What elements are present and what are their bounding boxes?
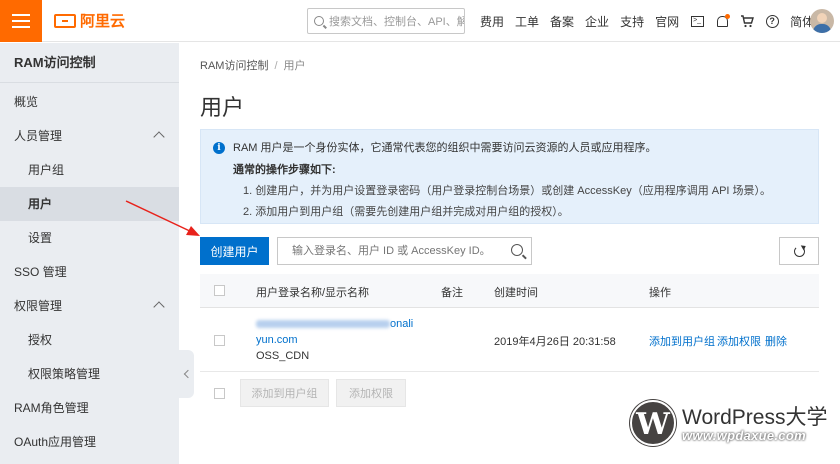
sidebar-item-label: OAuth应用管理 bbox=[14, 435, 97, 449]
user-created-time: 2019年4月26日 20:31:58 bbox=[494, 336, 616, 348]
column-header-name: 用户登录名称/显示名称 bbox=[256, 287, 370, 299]
sidebar-item-label: 权限管理 bbox=[14, 299, 63, 313]
wordpress-logo-icon: W bbox=[630, 400, 676, 446]
footer-select-checkbox[interactable] bbox=[214, 388, 225, 399]
chevron-up-icon bbox=[153, 301, 165, 313]
breadcrumb-root[interactable]: RAM访问控制 bbox=[200, 60, 268, 72]
select-all-checkbox[interactable] bbox=[214, 285, 225, 296]
add-to-group-link[interactable]: 添加到用户组 bbox=[649, 333, 715, 349]
page-title: 用户 bbox=[200, 95, 245, 120]
row-checkbox[interactable] bbox=[214, 335, 225, 346]
create-user-button[interactable]: 创建用户 bbox=[200, 237, 269, 265]
sidebar-item-label: 用户 bbox=[28, 197, 53, 211]
batch-add-permission-button[interactable]: 添加权限 bbox=[336, 379, 406, 407]
delete-link[interactable]: 删除 bbox=[765, 333, 787, 349]
column-header-note: 备注 bbox=[441, 287, 463, 299]
user-display-name: OSS_CDN bbox=[256, 350, 310, 362]
sidebar-item-oauth-apps[interactable]: OAuth应用管理 bbox=[0, 425, 179, 459]
sidebar-item-identities[interactable]: 人员管理 bbox=[0, 119, 179, 153]
info-step: 1. 创建用户，并为用户设置登录密码（用户登录控制台场景）或创建 AccessK… bbox=[243, 185, 772, 197]
nav-tickets[interactable]: 工单 bbox=[515, 13, 539, 30]
sidebar-item-label: 概览 bbox=[14, 95, 39, 109]
terminal-icon[interactable]: >_ bbox=[690, 14, 704, 28]
search-icon[interactable] bbox=[511, 244, 523, 256]
sidebar-item-label: RAM角色管理 bbox=[14, 401, 89, 415]
sidebar-title: RAM访问控制 bbox=[0, 43, 179, 83]
top-bar: 阿里云 搜索文档、控制台、API、解决方案和资源 费用 工单 备案 企业 支持 … bbox=[0, 0, 840, 42]
nav-icp[interactable]: 备案 bbox=[550, 13, 574, 30]
info-intro: RAM 用户是一个身份实体，它通常代表您的组织中需要访问云资源的人员或应用程序。 bbox=[233, 142, 657, 154]
watermark-title: WordPress大学 bbox=[682, 406, 828, 429]
batch-add-to-group-button[interactable]: 添加到用户组 bbox=[240, 379, 329, 407]
global-search-placeholder: 搜索文档、控制台、API、解决方案和资源 bbox=[329, 16, 464, 28]
chevron-up-icon bbox=[153, 131, 165, 143]
sidebar-item-label: SSO 管理 bbox=[14, 265, 67, 279]
sidebar-item-permissions[interactable]: 权限管理 bbox=[0, 289, 179, 323]
redacted-text bbox=[256, 320, 390, 329]
sidebar-item-label: 用户组 bbox=[28, 163, 65, 177]
aliyun-logo-icon bbox=[54, 13, 76, 28]
info-icon: i bbox=[213, 142, 225, 154]
brand-name: 阿里云 bbox=[80, 13, 126, 30]
breadcrumb: RAM访问控制 / 用户 bbox=[200, 57, 306, 73]
user-name-cell: onali yun.com OSS_CDN bbox=[256, 316, 413, 364]
nav-official-site[interactable]: 官网 bbox=[655, 13, 679, 30]
nav-enterprise[interactable]: 企业 bbox=[585, 13, 609, 30]
top-nav: 费用 工单 备案 企业 支持 官网 >_ ? 简体 bbox=[480, 0, 814, 42]
sidebar-item-ram-roles[interactable]: RAM角色管理 bbox=[0, 391, 179, 425]
help-icon[interactable]: ? bbox=[765, 14, 779, 28]
info-step: 2. 添加用户到用户组（需要先创建用户组并完成对用户组的授权）。 bbox=[243, 206, 569, 218]
sidebar-item-grants[interactable]: 授权 bbox=[0, 323, 179, 357]
nav-support[interactable]: 支持 bbox=[620, 13, 644, 30]
nav-billing[interactable]: 费用 bbox=[480, 13, 504, 30]
refresh-icon bbox=[793, 245, 805, 257]
sidebar-collapse-toggle[interactable] bbox=[179, 350, 194, 398]
breadcrumb-separator: / bbox=[274, 60, 278, 72]
user-login-suffix: onali bbox=[390, 318, 414, 330]
global-search[interactable]: 搜索文档、控制台、API、解决方案和资源 bbox=[307, 8, 465, 34]
cart-icon[interactable] bbox=[740, 14, 755, 28]
user-login-link[interactable]: onali bbox=[256, 316, 413, 332]
add-permission-link[interactable]: 添加权限 bbox=[717, 333, 761, 349]
watermark: W WordPress大学 www.wpdaxue.com bbox=[630, 398, 835, 460]
search-icon bbox=[314, 16, 324, 26]
column-header-actions: 操作 bbox=[649, 287, 671, 299]
user-search-input[interactable] bbox=[277, 237, 532, 265]
table-row: onali yun.com OSS_CDN 2019年4月26日 20:31:5… bbox=[200, 308, 819, 372]
info-steps-title: 通常的操作步骤如下: bbox=[233, 164, 336, 176]
column-header-created[interactable]: 创建时间 bbox=[494, 284, 538, 300]
breadcrumb-current: 用户 bbox=[283, 60, 306, 72]
sidebar-item-groups[interactable]: 用户组 bbox=[0, 153, 179, 187]
aliyun-logo[interactable]: 阿里云 bbox=[54, 10, 125, 31]
sidebar-item-sso[interactable]: SSO 管理 bbox=[0, 255, 179, 289]
watermark-url: www.wpdaxue.com bbox=[682, 428, 806, 443]
refresh-button[interactable] bbox=[779, 237, 819, 265]
sidebar-item-policies[interactable]: 权限策略管理 bbox=[0, 357, 179, 391]
menu-icon[interactable] bbox=[0, 0, 42, 42]
annotation-arrow bbox=[125, 200, 200, 236]
table-header: 用户登录名称/显示名称 备注 创建时间 操作 bbox=[200, 274, 819, 308]
sidebar: RAM访问控制 概览 人员管理 用户组 用户 设置 SSO 管理 权限管理 授权… bbox=[0, 43, 179, 464]
user-login-domain[interactable]: yun.com bbox=[256, 332, 413, 348]
sidebar-item-label: 设置 bbox=[28, 231, 53, 245]
sidebar-item-label: 权限策略管理 bbox=[28, 367, 101, 381]
chevron-left-icon bbox=[183, 369, 193, 379]
sidebar-item-label: 人员管理 bbox=[14, 129, 63, 143]
bell-icon[interactable] bbox=[715, 13, 730, 28]
info-notice: i RAM 用户是一个身份实体，它通常代表您的组织中需要访问云资源的人员或应用程… bbox=[200, 129, 819, 224]
sidebar-item-label: 授权 bbox=[28, 333, 53, 347]
avatar[interactable] bbox=[810, 9, 834, 33]
sidebar-item-overview[interactable]: 概览 bbox=[0, 85, 179, 119]
